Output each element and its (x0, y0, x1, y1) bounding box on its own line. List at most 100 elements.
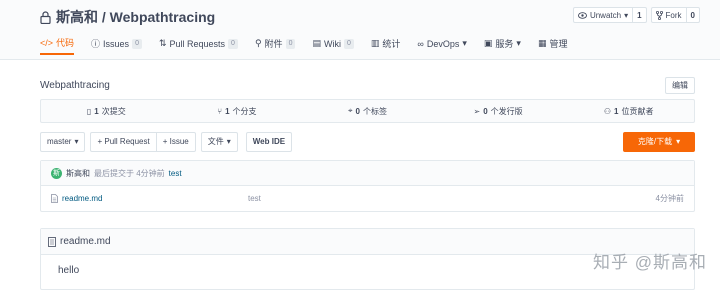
file-row[interactable]: readme.md test 4分钟前 (41, 186, 694, 211)
chevron-down-icon: ▾ (624, 10, 629, 20)
tag-icon: ⌖ (348, 106, 353, 115)
chevron-down-icon: ▾ (676, 137, 681, 146)
stat-commits[interactable]: ▯ 1 次提交 (41, 100, 172, 122)
chevron-down-icon: ▾ (462, 38, 467, 48)
web-ide-button[interactable]: Web IDE (245, 131, 293, 152)
files-dropdown-label: 文件 (207, 137, 224, 146)
settings-icon: ▦ (537, 38, 547, 48)
tab-label: Pull Requests (169, 38, 226, 49)
stat-releases-label: 个发行版 (490, 106, 523, 116)
fork-icon (655, 10, 663, 20)
fork-count[interactable]: 0 (685, 8, 699, 22)
repo-header: 斯高和 / Webpathtracing Unwatch ▾ 1 Fork 0 (0, 0, 720, 60)
chevron-down-icon: ▾ (74, 137, 79, 146)
commit-message[interactable]: test (169, 169, 182, 178)
unwatch-label: Unwatch (589, 10, 622, 20)
tab-devops[interactable]: ∞ DevOps ▾ (417, 37, 466, 55)
pull-request-icon: ⇅ (158, 38, 167, 48)
file-name: readme.md (62, 194, 103, 203)
tab-label: 代码 (56, 38, 75, 48)
tab-label: 服务 (495, 39, 514, 49)
file-name-link[interactable]: readme.md (51, 194, 102, 203)
unwatch-button-group: Unwatch ▾ 1 (572, 7, 647, 23)
tab-wiki[interactable]: ▤ Wiki 0 (312, 37, 354, 55)
tab-badge: 0 (285, 38, 296, 49)
file-commit-message[interactable]: test (248, 194, 261, 203)
stat-tags[interactable]: ⌖ 0 个标签 (302, 100, 433, 122)
briefcase-icon: ▣ (483, 38, 493, 48)
stat-branches[interactable]: ⑂ 1 个分支 (172, 100, 303, 122)
stat-tags-label: 个标签 (362, 106, 387, 116)
stat-commits-count: 1 (94, 106, 99, 116)
branch-icon: ⑂ (217, 106, 223, 116)
tab-label: DevOps (426, 38, 460, 49)
stat-contributors-label: 位贡献者 (621, 106, 654, 116)
chevron-down-icon: ▾ (226, 137, 231, 146)
repo-toolbar: master ▾ + Pull Request + Issue 文件 ▾ Web… (40, 131, 695, 152)
chevron-down-icon: ▾ (516, 38, 521, 48)
issue-icon: ⓘ (91, 39, 101, 49)
stat-tags-count: 0 (355, 106, 360, 116)
stat-contributors-count: 1 (614, 106, 619, 116)
tab-label: 统计 (382, 39, 401, 49)
tab-issues[interactable]: ⓘ Issues 0 (91, 37, 142, 55)
stat-releases-count: 0 (483, 106, 488, 116)
branch-select[interactable]: master ▾ (40, 131, 86, 152)
unwatch-count[interactable]: 1 (632, 8, 645, 22)
user-icon: ⚇ (603, 106, 612, 116)
tab-settings[interactable]: ▦ 管理 (538, 37, 568, 55)
book-icon: ▤ (312, 38, 321, 48)
commit-author[interactable]: 斯高和 (66, 168, 90, 179)
tab-code[interactable]: </> 代码 (40, 37, 75, 55)
latest-commit: 斯 斯高和 最后提交于 4分钟前 test (41, 161, 694, 186)
watermark: 知乎 @斯高和 (593, 253, 707, 272)
tab-label: 附件 (264, 39, 283, 49)
clone-download-button[interactable]: 克隆/下载 ▾ (623, 131, 695, 152)
infinity-icon: ∞ (417, 38, 424, 49)
tab-pull-requests[interactable]: ⇅ Pull Requests 0 (159, 37, 238, 55)
commit-icon: ▯ (86, 106, 92, 116)
code-icon: </> (40, 37, 54, 48)
avatar[interactable]: 斯 (51, 167, 62, 179)
clone-download-label: 克隆/下载 (637, 137, 673, 146)
new-pull-request-button[interactable]: + Pull Request (90, 131, 157, 152)
readme-title: readme.md (60, 236, 111, 247)
paperclip-icon: ⚲ (254, 38, 262, 48)
tab-statistics[interactable]: ▥ 统计 (371, 37, 401, 55)
lock-icon (40, 10, 51, 24)
tab-badge: 0 (132, 38, 142, 49)
send-icon: ➢ (473, 106, 481, 116)
commit-meta: 最后提交于 4分钟前 (94, 168, 165, 178)
repo-description: Webpathtracing (40, 79, 110, 91)
new-issue-button[interactable]: + Issue (156, 131, 196, 152)
tab-badge: 0 (343, 38, 354, 49)
repo-name[interactable]: 斯高和 / Webpathtracing (56, 7, 215, 27)
file-commit-time: 4分钟前 (655, 194, 684, 203)
file-icon (48, 236, 56, 247)
eye-icon (578, 11, 587, 19)
files-dropdown[interactable]: 文件 ▾ (200, 131, 238, 152)
file-browser: 斯 斯高和 最后提交于 4分钟前 test readme.md test 4分钟… (40, 160, 695, 212)
tab-services[interactable]: ▣ 服务 ▾ (484, 37, 521, 55)
fork-button[interactable]: Fork (652, 8, 686, 22)
stat-commits-label: 次提交 (101, 106, 126, 116)
fork-button-group: Fork 0 (650, 7, 700, 23)
tab-label: Wiki (323, 38, 341, 49)
create-button-group: + Pull Request + Issue (90, 131, 196, 152)
bar-chart-icon: ▥ (370, 38, 380, 48)
tab-badge: 0 (228, 38, 238, 49)
unwatch-button[interactable]: Unwatch ▾ (574, 8, 632, 22)
tab-label: Issues (103, 38, 130, 49)
stat-contributors[interactable]: ⚇ 1 位贡献者 (563, 100, 694, 122)
repo-stats-bar: ▯ 1 次提交 ⑂ 1 个分支 ⌖ 0 个标签 ➢ 0 个发行版 ⚇ 1 位贡献… (40, 99, 695, 123)
repo-tabs: </> 代码 ⓘ Issues 0 ⇅ Pull Requests 0 ⚲ 附件… (40, 37, 567, 55)
file-icon (51, 194, 58, 203)
stat-releases[interactable]: ➢ 0 个发行版 (433, 100, 564, 122)
edit-button[interactable]: 编辑 (665, 76, 695, 94)
tab-label: 管理 (549, 39, 568, 49)
tab-attachments[interactable]: ⚲ 附件 0 (255, 37, 296, 55)
stat-branches-label: 个分支 (232, 106, 257, 116)
repo-title: 斯高和 / Webpathtracing (40, 7, 215, 27)
branch-select-value: master (47, 137, 72, 146)
stat-branches-count: 1 (225, 106, 230, 116)
